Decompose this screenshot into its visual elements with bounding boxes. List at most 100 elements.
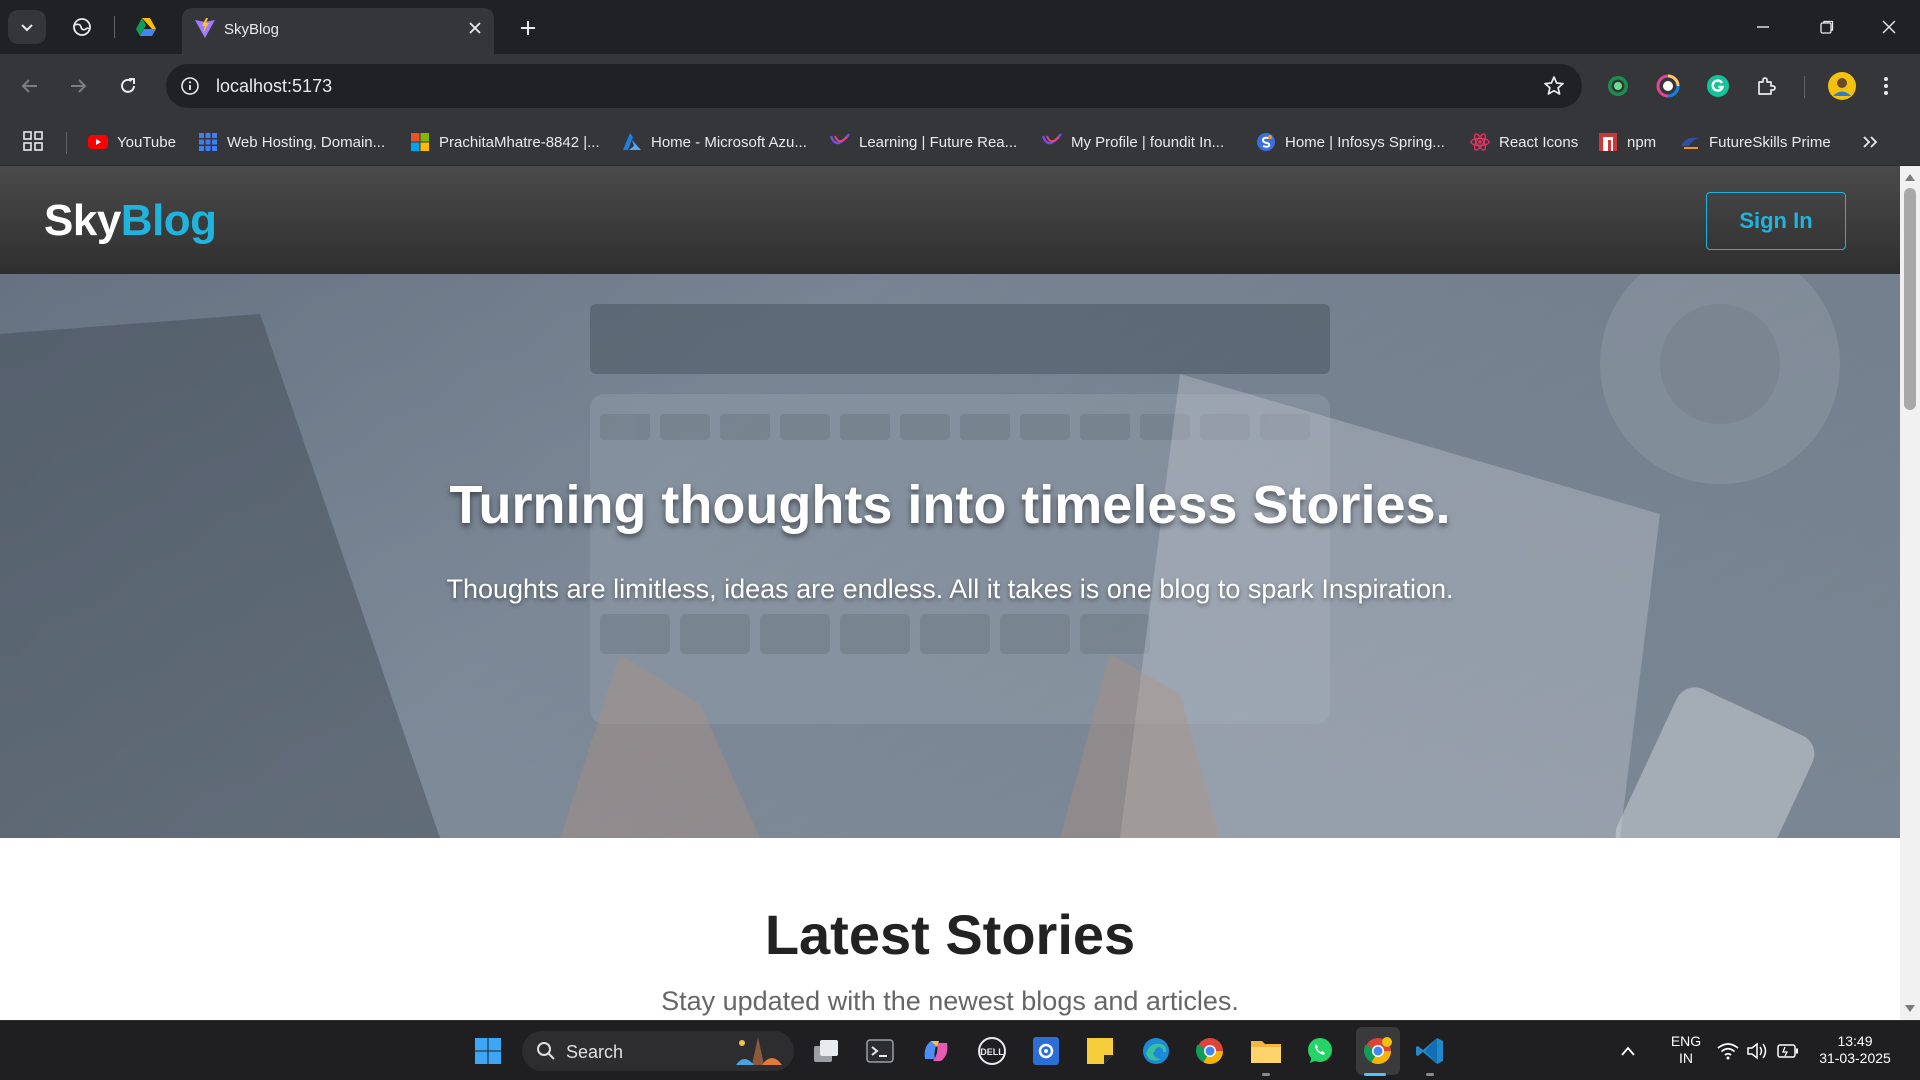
chevron-down-icon xyxy=(21,24,33,32)
grammarly-icon xyxy=(1707,75,1729,97)
chrome-icon xyxy=(1196,1038,1224,1065)
hero-title: Turning thoughts into timeless Stories. xyxy=(449,475,1451,535)
sticky-notes-app[interactable] xyxy=(1082,1033,1118,1069)
site-navbar: SkyBlog Sign In xyxy=(0,166,1900,274)
folder-icon xyxy=(1251,1041,1281,1063)
bookmark-future-ready[interactable]: Learning | Future Rea... xyxy=(830,128,1017,156)
extensions-menu-button[interactable] xyxy=(1752,72,1780,100)
bookmark-azure[interactable]: Home - Microsoft Azu... xyxy=(622,128,807,156)
pinned-tab-globe[interactable] xyxy=(68,13,96,41)
search-icon xyxy=(537,1042,555,1060)
bookmark-futureskills-prime[interactable]: FutureSkills Prime xyxy=(1680,128,1831,156)
clock-time: 13:49 xyxy=(1837,1033,1873,1049)
chevron-up-icon xyxy=(1621,1046,1635,1056)
chrome-profile-app[interactable] xyxy=(1360,1033,1396,1069)
close-icon xyxy=(1882,20,1896,34)
region-code: IN xyxy=(1679,1050,1693,1066)
tab-title: SkyBlog xyxy=(224,21,280,38)
latest-stories-heading: Latest Stories xyxy=(764,903,1136,966)
clock[interactable]: 13:49 31-03-2025 xyxy=(1810,1033,1900,1067)
bookmark-infosys-springboard[interactable]: Home | Infosys Spring... xyxy=(1256,128,1445,156)
vscode-icon xyxy=(1416,1038,1443,1064)
dell-app[interactable]: DELL xyxy=(974,1033,1010,1069)
bookmark-label: React Icons xyxy=(1499,133,1579,151)
address-bar[interactable]: localhost:5173 xyxy=(166,64,1582,108)
active-indicator xyxy=(1364,1073,1386,1076)
bookmark-foundit[interactable]: My Profile | foundit In... xyxy=(1042,128,1224,156)
logo-text-sky: Sky xyxy=(44,196,121,245)
wifi-icon xyxy=(1717,1043,1739,1060)
volume-status[interactable] xyxy=(1744,1033,1772,1069)
hero-subtitle: Thoughts are limitless, ideas are endles… xyxy=(446,574,1454,604)
taskbar-search-box[interactable]: Search xyxy=(522,1031,794,1071)
language-indicator[interactable]: ENG IN xyxy=(1666,1033,1706,1067)
sign-in-button[interactable]: Sign In xyxy=(1706,192,1846,250)
battery-icon xyxy=(1777,1044,1798,1058)
show-hidden-icons-button[interactable] xyxy=(1616,1033,1640,1069)
forward-button[interactable] xyxy=(62,70,94,102)
bookmark-web-hosting[interactable]: Web Hosting, Domain... xyxy=(198,128,385,156)
battery-status[interactable] xyxy=(1774,1033,1802,1069)
tab-search-button[interactable] xyxy=(8,10,46,44)
copilot-icon xyxy=(924,1041,948,1061)
settings-app[interactable] xyxy=(1028,1033,1064,1069)
bookmark-youtube[interactable]: YouTube xyxy=(88,128,176,156)
scroll-up-arrow-icon[interactable] xyxy=(1905,174,1915,181)
browser-toolbar: localhost:5173 xyxy=(0,54,1920,118)
bookmarks-divider xyxy=(66,132,67,154)
extension-grammarly[interactable] xyxy=(1704,72,1732,100)
start-button[interactable] xyxy=(470,1033,506,1069)
extension-1[interactable] xyxy=(1604,72,1632,100)
wifi-status[interactable] xyxy=(1714,1033,1742,1069)
bookmark-npm[interactable]: npm xyxy=(1598,128,1656,156)
scrollbar-thumb[interactable] xyxy=(1904,188,1916,410)
task-view-button[interactable] xyxy=(808,1033,844,1069)
swoosh-logo-icon xyxy=(1042,132,1062,152)
close-icon xyxy=(469,22,481,34)
page-viewport: SkyBlog Sign In Turning thoughts into ti… xyxy=(0,166,1900,1020)
site-logo[interactable]: SkyBlog xyxy=(44,196,217,246)
bookmark-label: FutureSkills Prime xyxy=(1709,133,1831,151)
pinned-tab-drive[interactable] xyxy=(132,13,160,41)
more-bookmarks-button[interactable] xyxy=(1858,130,1882,154)
close-window-button[interactable] xyxy=(1866,8,1912,46)
new-tab-button[interactable] xyxy=(514,14,542,42)
scroll-down-arrow-icon[interactable] xyxy=(1905,1005,1915,1012)
apps-button[interactable] xyxy=(22,130,46,154)
bookmark-react-icons[interactable]: React Icons xyxy=(1470,128,1578,156)
chrome-app[interactable] xyxy=(1192,1033,1228,1069)
url-text[interactable]: localhost:5173 xyxy=(216,76,332,97)
back-button[interactable] xyxy=(14,70,46,102)
grid-squares-icon xyxy=(198,132,218,152)
site-info-button[interactable] xyxy=(178,74,202,98)
reload-button[interactable] xyxy=(112,70,144,102)
minimize-button[interactable] xyxy=(1740,8,1786,46)
globe-icon xyxy=(73,18,91,36)
edge-app[interactable] xyxy=(1138,1033,1174,1069)
file-explorer-app[interactable] xyxy=(1248,1033,1284,1069)
tab-close-button[interactable] xyxy=(464,17,486,39)
youtube-icon xyxy=(88,132,108,152)
bookmark-prachita[interactable]: PrachitaMhatre-8842 |... xyxy=(410,128,600,156)
arrow-right-icon xyxy=(71,79,87,93)
more-vertical-icon xyxy=(1884,77,1888,95)
profile-avatar-button[interactable] xyxy=(1826,70,1858,102)
vscode-app[interactable] xyxy=(1412,1033,1448,1069)
star-icon xyxy=(1544,76,1564,95)
restore-button[interactable] xyxy=(1804,8,1850,46)
extension-2[interactable] xyxy=(1654,72,1682,100)
page-scrollbar[interactable] xyxy=(1900,166,1920,1020)
dell-icon: DELL xyxy=(978,1037,1006,1065)
double-chevron-right-icon xyxy=(1863,136,1878,148)
arrow-left-icon xyxy=(21,79,37,93)
apps-grid-icon xyxy=(23,131,43,151)
tab-skyblog[interactable]: SkyBlog xyxy=(182,8,494,54)
whatsapp-app[interactable] xyxy=(1302,1033,1338,1069)
clock-date: 31-03-2025 xyxy=(1819,1050,1891,1066)
copilot-app[interactable] xyxy=(918,1033,954,1069)
bookmark-star-button[interactable] xyxy=(1542,74,1566,98)
bookmark-label: Home - Microsoft Azu... xyxy=(651,133,807,151)
microsoft-icon xyxy=(410,132,430,152)
browser-menu-button[interactable] xyxy=(1876,72,1896,100)
terminal-app[interactable] xyxy=(862,1033,898,1069)
